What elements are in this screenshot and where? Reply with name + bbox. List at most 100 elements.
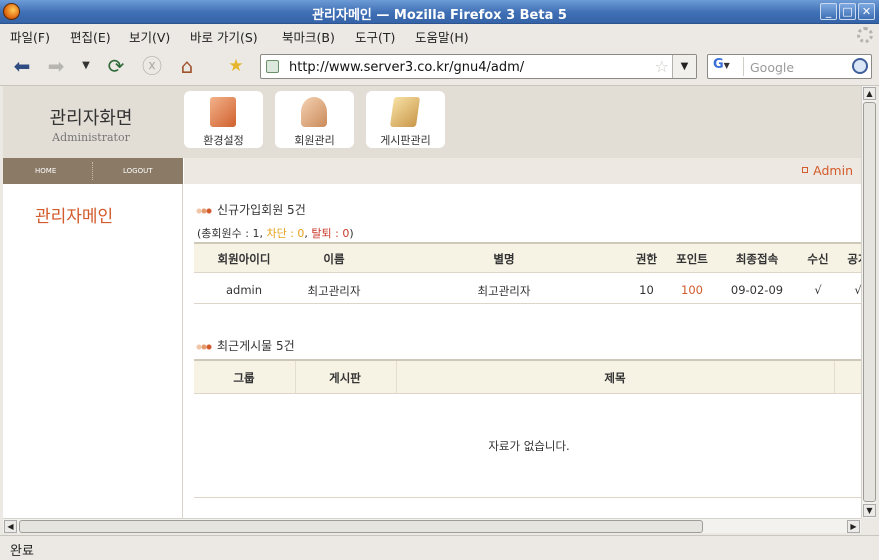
posts-section-title-text: 최근게시물 5건 xyxy=(217,339,295,353)
home-icon[interactable]: ⌂ xyxy=(175,54,199,78)
col-name: 이름 xyxy=(323,252,345,266)
menu-tools[interactable]: 도구(T) xyxy=(355,27,395,46)
minimize-button[interactable]: _ xyxy=(820,3,837,20)
members-icon xyxy=(301,97,327,127)
cell-nickname: 최고관리자 xyxy=(477,284,531,298)
col-receive: 수신 xyxy=(807,252,829,266)
summary-blocked: 차단 : 0 xyxy=(266,227,305,240)
maximize-button[interactable]: □ xyxy=(839,3,856,20)
home-link[interactable]: HOME xyxy=(35,167,56,175)
sidebar-top-bar: HOME LOGOUT xyxy=(3,158,183,184)
col-open: 공개 xyxy=(847,252,861,266)
page-title: 관리자메인 xyxy=(35,207,114,227)
horizontal-scroll-thumb[interactable] xyxy=(19,520,703,533)
admin-header: 관리자화면 Administrator 환경설정 회원관리 게시판관리 xyxy=(3,86,861,158)
vertical-scroll-thumb[interactable] xyxy=(863,102,876,502)
navigation-toolbar: ⬅ ➡ ▼ ⟳ ⓧ ⌂ ★ http://www.server3.co.kr/g… xyxy=(0,46,879,86)
col-nickname: 별명 xyxy=(493,252,515,266)
status-text: 완료 xyxy=(10,544,34,559)
window-titlebar: 관리자메인 — Mozilla Firefox 3 Beta 5 _ □ ✕ xyxy=(0,0,879,24)
members-menu-button[interactable]: 회원관리 xyxy=(275,91,354,148)
window-title: 관리자메인 — Mozilla Firefox 3 Beta 5 xyxy=(312,8,567,23)
vertical-scrollbar[interactable]: ▲ ▼ xyxy=(861,86,876,518)
col-board: 게시판 xyxy=(329,371,361,385)
admin-strip: Admin xyxy=(184,158,861,184)
search-engine-selector[interactable]: G▼ xyxy=(710,57,744,76)
members-menu-label: 회원관리 xyxy=(294,134,335,147)
cell-point[interactable]: 100 xyxy=(669,283,715,297)
logout-link[interactable]: LOGOUT xyxy=(123,167,153,175)
reload-icon[interactable]: ⟳ xyxy=(104,54,128,78)
board-icon xyxy=(389,97,421,127)
menu-help[interactable]: 도움말(H) xyxy=(415,27,469,46)
table-row[interactable]: admin 최고관리자 최고관리자 10 100 09-02-09 √ √ xyxy=(194,274,861,304)
col-last-login: 최종접속 xyxy=(735,252,779,266)
scroll-left-icon[interactable]: ◀ xyxy=(4,520,17,533)
search-box[interactable]: G▼ Google xyxy=(707,54,872,79)
brand-subtitle: Administrator xyxy=(52,131,130,144)
col-subject: 제목 xyxy=(604,371,626,385)
posts-table-header: 그룹 게시판 제목 xyxy=(194,359,861,394)
board-menu-label: 게시판관리 xyxy=(380,134,431,147)
column-divider xyxy=(834,361,835,393)
status-bar: 완료 xyxy=(0,535,879,560)
search-icon[interactable] xyxy=(852,58,868,74)
admin-brand: 관리자화면 Administrator xyxy=(21,104,161,144)
menu-file[interactable]: 파일(F) xyxy=(10,27,50,46)
throbber-icon xyxy=(857,27,873,43)
cell-member-id[interactable]: admin xyxy=(194,283,294,297)
bullet-icon xyxy=(802,167,808,173)
cell-last-login: 09-02-09 xyxy=(730,283,784,297)
sidebar-divider xyxy=(92,162,93,180)
cell-name: 최고관리자 xyxy=(307,284,361,298)
menubar: 파일(F) 편집(E) 보기(V) 바로 가기(S) 북마크(B) 도구(T) … xyxy=(0,24,879,46)
posts-section-title: 최근게시물 5건 xyxy=(196,337,295,354)
scroll-up-icon[interactable]: ▲ xyxy=(863,87,876,100)
config-menu-button[interactable]: 환경설정 xyxy=(184,91,263,148)
col-point: 포인트 xyxy=(676,252,708,266)
admin-link[interactable]: Admin xyxy=(813,163,853,178)
new-bookmark-icon[interactable]: ★ xyxy=(224,54,248,78)
forward-icon[interactable]: ➡ xyxy=(44,54,68,78)
col-group: 그룹 xyxy=(233,371,255,385)
menu-bookmarks[interactable]: 북마크(B) xyxy=(282,27,335,46)
members-table-header: 회원아이디 이름 별명 권한 포인트 최종접속 수신 공개 xyxy=(194,242,861,273)
member-summary: (총회원수 : 1, 차단 : 0, 탈퇴 : 0) xyxy=(197,225,354,241)
google-icon: G xyxy=(713,57,724,72)
members-section-title-text: 신규가입회원 5건 xyxy=(217,203,306,217)
cell-open: √ xyxy=(854,283,861,297)
members-section-title: 신규가입회원 5건 xyxy=(196,201,306,218)
board-menu-button[interactable]: 게시판관리 xyxy=(366,91,445,148)
cell-receive: √ xyxy=(814,283,822,297)
history-dropdown-icon[interactable]: ▼ xyxy=(74,54,98,78)
menu-go[interactable]: 바로 가기(S) xyxy=(190,27,258,46)
url-text[interactable]: http://www.server3.co.kr/gnu4/adm/ xyxy=(289,60,524,75)
cell-level: 10 xyxy=(639,283,654,297)
url-bar[interactable]: http://www.server3.co.kr/gnu4/adm/ ☆ ▼ xyxy=(260,54,697,79)
horizontal-scrollbar[interactable]: ◀ ▶ xyxy=(3,518,861,533)
site-identity-icon[interactable] xyxy=(266,60,279,73)
summary-withdrawn: 탈퇴 : 0 xyxy=(311,227,350,240)
page-viewport: 관리자화면 Administrator 환경설정 회원관리 게시판관리 HOME… xyxy=(3,86,861,518)
summary-suffix: ) xyxy=(349,227,354,240)
summary-total: (총회원수 : 1, xyxy=(197,227,267,240)
search-placeholder[interactable]: Google xyxy=(750,60,794,75)
col-member-id: 회원아이디 xyxy=(217,252,271,266)
section-dots-icon xyxy=(196,342,212,351)
brand-title: 관리자화면 xyxy=(49,108,133,129)
posts-table-body: 자료가 없습니다. xyxy=(194,394,861,498)
stop-icon[interactable]: ⓧ xyxy=(140,54,164,78)
menu-view[interactable]: 보기(V) xyxy=(129,27,170,46)
scroll-right-icon[interactable]: ▶ xyxy=(847,520,860,533)
section-dots-icon xyxy=(196,206,212,215)
left-sidebar: HOME LOGOUT 관리자메인 xyxy=(3,158,183,518)
config-menu-label: 환경설정 xyxy=(203,134,244,147)
close-button[interactable]: ✕ xyxy=(858,3,875,20)
url-dropdown-icon[interactable]: ▼ xyxy=(672,55,696,78)
bookmark-star-icon[interactable]: ☆ xyxy=(655,57,669,76)
monitor-icon xyxy=(210,97,236,127)
scroll-down-icon[interactable]: ▼ xyxy=(863,504,876,517)
back-icon[interactable]: ⬅ xyxy=(10,54,34,78)
menu-edit[interactable]: 편집(E) xyxy=(70,27,111,46)
col-level: 권한 xyxy=(635,252,658,266)
